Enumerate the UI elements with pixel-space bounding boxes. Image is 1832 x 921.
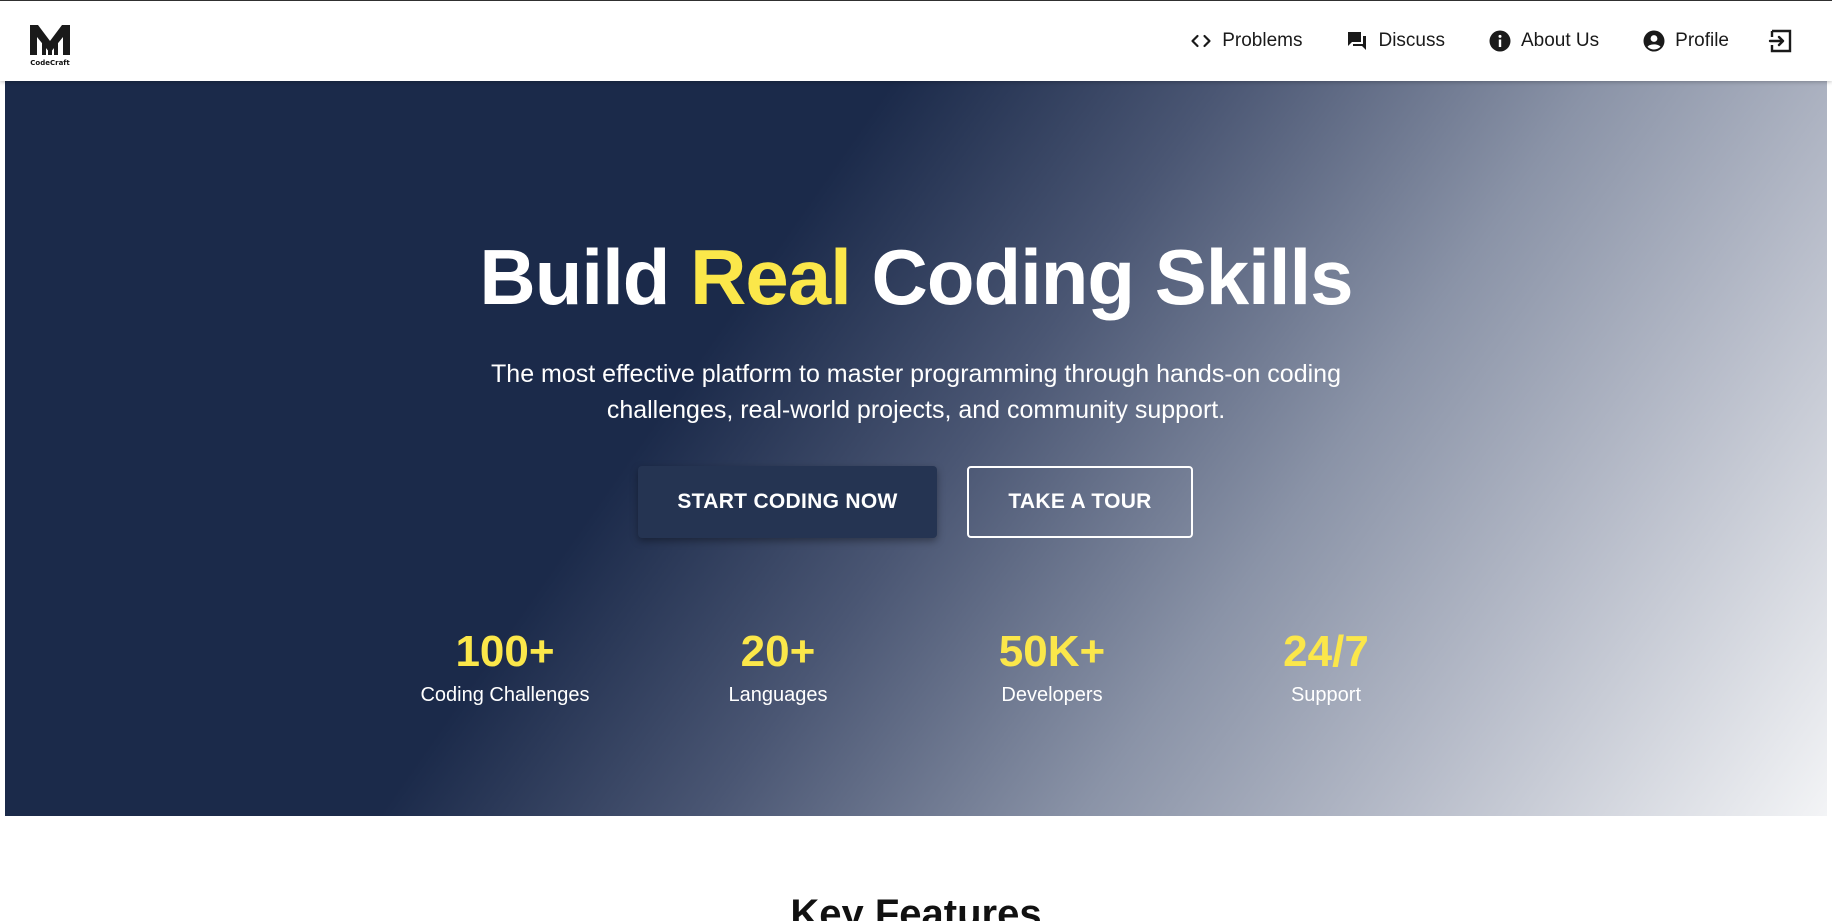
account-circle-icon [1641, 28, 1667, 54]
stat-value: 100+ [455, 627, 555, 676]
info-icon [1487, 28, 1513, 54]
brand-logo[interactable]: CodeCraft [28, 23, 72, 67]
hero-subtitle: The most effective platform to master pr… [491, 360, 1341, 424]
nav-item-profile[interactable]: Profile [1620, 1, 1750, 81]
stat-value: 24/7 [1283, 627, 1369, 676]
nav-item-label: Discuss [1378, 30, 1445, 51]
logout-button[interactable] [1750, 1, 1832, 81]
stat-label: Support [1290, 684, 1362, 706]
stat-support: 24/7 Support [1196, 626, 1456, 708]
nav-item-about-us[interactable]: About Us [1466, 1, 1620, 81]
stat-label: Languages [728, 684, 828, 706]
stat-label: Coding Challenges [420, 684, 590, 706]
stat-developers: 50K+ Developers [922, 626, 1182, 708]
hero-title-start: Build [479, 233, 670, 321]
stat-value: 20+ [740, 627, 816, 676]
nav-item-problems[interactable]: Problems [1167, 1, 1323, 81]
start-coding-button[interactable]: START CODING NOW [638, 466, 937, 538]
chat-bubbles-icon [1344, 28, 1370, 54]
hero-title-highlight: Real [690, 233, 852, 321]
hero-title: Build Real Coding Skills [0, 232, 1832, 323]
code-brackets-icon [1188, 28, 1214, 54]
key-features-heading: Key Features [790, 892, 1042, 921]
codecraft-logo-icon [30, 25, 70, 55]
nav-menu: Problems Discuss About Us Profile [1167, 1, 1832, 81]
brand-name: CodeCraft [30, 59, 70, 67]
page: CodeCraft Problems Discuss About Us Prof… [0, 0, 1832, 921]
page-scrollbar[interactable] [1828, 81, 1832, 921]
stat-challenges: 100+ Coding Challenges [375, 626, 635, 708]
stat-label: Developers [1001, 684, 1103, 706]
logout-icon [1768, 28, 1794, 54]
hero-title-end: Coding Skills [871, 233, 1354, 321]
stat-value: 50K+ [998, 627, 1106, 676]
navbar: CodeCraft Problems Discuss About Us Prof… [0, 1, 1832, 81]
stat-languages: 20+ Languages [648, 626, 908, 708]
take-tour-button[interactable]: TAKE A TOUR [967, 466, 1193, 538]
hero-section [5, 81, 1827, 816]
nav-item-label: Profile [1675, 30, 1729, 51]
nav-item-label: Problems [1222, 30, 1303, 51]
nav-item-label: About Us [1520, 30, 1600, 51]
nav-item-discuss[interactable]: Discuss [1323, 1, 1466, 81]
